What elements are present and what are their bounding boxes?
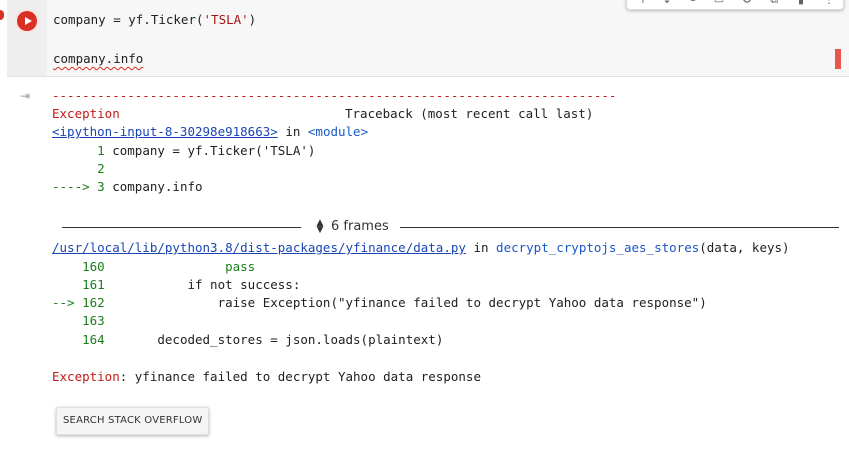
settings-icon[interactable]: ⚙ [741,0,753,5]
code-text: company = yf.Ticker('TSLA') [104,143,316,158]
input-link[interactable]: <ipython-input-8-30298e918663> [52,124,278,139]
line-number: 160 [52,259,105,274]
line-number: 164 [52,332,105,347]
line-number: 161 [52,277,105,292]
code-text: pass [104,259,256,274]
comment-icon[interactable]: ▭ [713,0,725,5]
code-text: decoded_stores = json.loads(plaintext) [104,332,444,347]
error-arrow: ----> 3 [52,179,105,194]
frame-2-line-160: 160 pass [52,259,255,274]
code-text: if not success: [104,277,301,292]
code-text: raise Exception("yfinance failed to decr… [104,295,707,310]
error-arrow: --> 162 [52,295,105,310]
function-name: decrypt_cryptojs_aes_stores [496,240,700,255]
module-name: <module> [307,124,369,139]
move-down-icon[interactable]: ↓ [661,0,673,5]
cell-toolbar: ↑ ↓ ⚭ ▭ ⚙ ⧉ ▮ ⋮ [626,0,844,10]
in-word: in [285,124,301,139]
traceback-separator: ----------------------------------------… [52,88,617,103]
code-text: ) [248,12,257,27]
frame-2-line-163: 163 [52,313,105,328]
expand-collapse-icon: ▲ ▼ [316,217,324,235]
function-args: (data, keys) [699,240,790,255]
exception-label: Exception [52,106,120,121]
code-text: company = yf.Ticker( [53,12,204,27]
exception-message: : yfinance failed to decrypt Yahoo data … [119,369,481,384]
line-number: 163 [52,313,105,328]
code-string: 'TSLA' [203,12,249,27]
search-stack-overflow-button[interactable]: SEARCH STACK OVERFLOW [56,407,210,435]
frame-2-line-162: --> 162 raise Exception("yfinance failed… [52,295,707,310]
code-text-with-lint-warning: company.info [53,51,144,66]
code-line-1[interactable]: company = yf.Ticker('TSLA') [53,12,256,27]
frame-1-line-2: 2 [52,161,105,176]
more-icon[interactable]: ⋮ [823,0,835,5]
delete-icon[interactable]: ▮ [795,0,807,5]
frames-toggle[interactable]: ▲ ▼ 6 frames [315,217,389,235]
final-exception: Exception: yfinance failed to decrypt Ya… [52,369,481,384]
frame-2-line-161: 161 if not success: [52,277,300,292]
run-cell-button[interactable] [17,11,37,31]
move-up-icon[interactable]: ↑ [637,0,649,5]
frames-divider-right [400,227,839,228]
frame-2-line-164: 164 decoded_stores = json.loads(plaintex… [52,332,443,347]
code-text: company.info [104,179,203,194]
output-actions-icon[interactable]: ⇥ [20,90,32,102]
line-number: 1 [52,143,105,158]
frame-1-line-1: 1 company = yf.Ticker('TSLA') [52,143,315,158]
line-number: 2 [52,161,105,176]
frames-divider-left [62,227,301,228]
error-scrollbar-marker [835,49,841,69]
frame-2-header: /usr/local/lib/python3.8/dist-packages/y… [52,240,790,255]
link-icon[interactable]: ⚭ [687,0,699,5]
tab-edge-marker [0,10,4,20]
frame-1-line-3: ----> 3 company.info [52,179,203,194]
code-line-2[interactable]: company.info [53,51,143,66]
in-word: in [473,240,489,255]
traceback-header: Traceback (most recent call last) [345,106,594,121]
exception-label: Exception [52,369,120,384]
mirror-cell-icon[interactable]: ⧉ [768,0,780,5]
file-link[interactable]: /usr/local/lib/python3.8/dist-packages/y… [52,240,466,255]
frames-label: 6 frames [331,219,389,234]
frame-1-header: <ipython-input-8-30298e918663> in <modul… [52,124,368,139]
